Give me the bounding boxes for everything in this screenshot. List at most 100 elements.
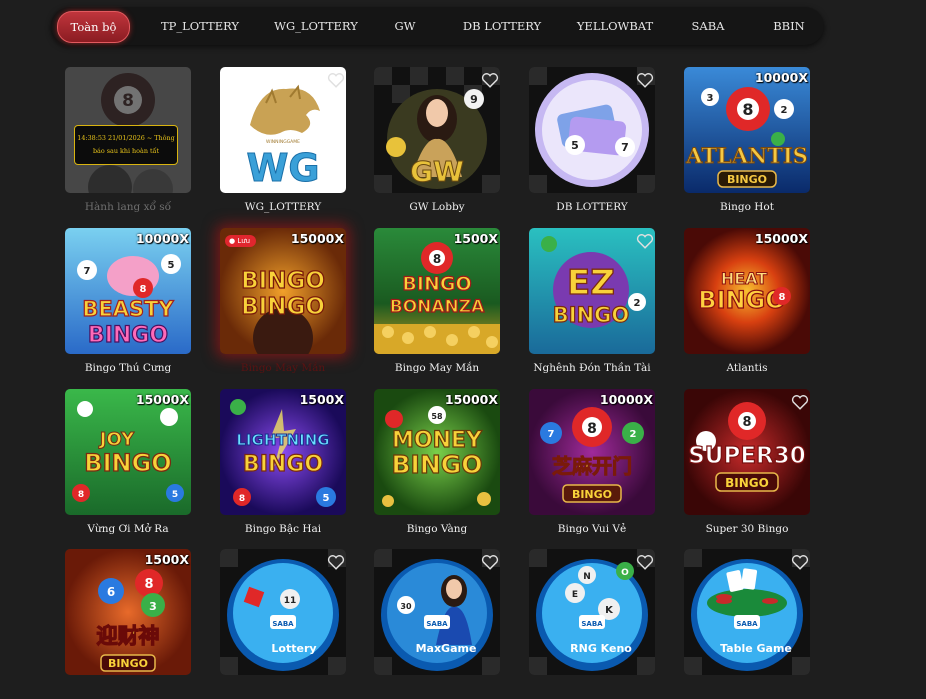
svg-text:5: 5 <box>323 493 330 504</box>
svg-text:WG: WG <box>246 146 319 190</box>
svg-text:5: 5 <box>571 139 579 152</box>
svg-text:EZ: EZ <box>567 263 615 303</box>
multiplier-badge: 15000X <box>290 231 344 246</box>
game-card-saba-table-game[interactable]: SABA Table Game <box>684 549 812 699</box>
svg-text:7: 7 <box>621 141 629 154</box>
svg-text:9: 9 <box>470 93 478 106</box>
game-card-ez-bingo[interactable]: 2 EZ BINGO Nghênh Đón Thần Tài <box>529 228 657 378</box>
notice-tooltip: 14:38:53 21/01/2026 ~ Thông báo sau khi … <box>74 125 178 165</box>
game-card-saba-lottery[interactable]: 11 SABA Lottery <box>220 549 348 699</box>
game-thumbnail: 8 BINGO BONANZA <box>374 228 500 354</box>
game-card-beasty-bingo[interactable]: 7 5 8 BEASTY BINGO 10000X Bingo Thú Cưng <box>65 228 193 378</box>
tab-wg-lottery[interactable]: WG_LOTTERY <box>273 7 359 45</box>
svg-text:7: 7 <box>84 266 91 277</box>
svg-text:2: 2 <box>630 429 637 440</box>
game-card-saba-rng-keno[interactable]: N O E K SABA RNG Keno <box>529 549 657 699</box>
svg-text:BINGO: BINGO <box>725 476 769 490</box>
game-title: WG_LOTTERY <box>244 201 322 213</box>
favorite-heart-icon[interactable] <box>636 233 654 250</box>
game-title: Nghênh Đón Thần Tài <box>533 362 651 374</box>
game-card-money-bingo[interactable]: 58 MONEY BINGO 15000X Bingo Vàng <box>374 389 502 539</box>
svg-text:SUPER30: SUPER30 <box>688 443 806 469</box>
game-title: Vừng Ơi Mở Ra <box>87 523 169 535</box>
svg-text:30: 30 <box>400 602 412 611</box>
game-title: DB LOTTERY <box>556 201 628 213</box>
svg-text:SABA: SABA <box>272 620 294 628</box>
favorite-heart-icon[interactable] <box>636 554 654 571</box>
svg-text:Lottery: Lottery <box>271 642 316 655</box>
tab-gw[interactable]: GW <box>387 7 423 45</box>
tab-saba[interactable]: SABA <box>685 7 731 45</box>
game-card-saba-maxgame[interactable]: 30 SABA MaxGame <box>374 549 502 699</box>
game-thumbnail: 58 MONEY BINGO <box>374 389 500 515</box>
tab-all[interactable]: Toàn bộ <box>57 11 130 43</box>
svg-text:O: O <box>621 568 629 578</box>
tab-bbin[interactable]: BBIN <box>769 7 809 45</box>
svg-text:BINGO: BINGO <box>727 173 767 186</box>
svg-text:5: 5 <box>172 490 178 500</box>
multiplier-badge: 10000X <box>754 70 808 85</box>
svg-text:BINGO: BINGO <box>84 449 171 477</box>
favorite-heart-icon[interactable] <box>327 554 345 571</box>
svg-text:BONANZA: BONANZA <box>390 297 485 317</box>
svg-text:BINGO: BINGO <box>553 303 629 327</box>
svg-text:RNG Keno: RNG Keno <box>570 642 632 655</box>
multiplier-badge: 10000X <box>135 231 189 246</box>
svg-text:8: 8 <box>433 252 441 266</box>
game-card-win-cai-shen-bingo[interactable]: 8 6 3 迎财神 BINGO 1500X <box>65 549 193 699</box>
svg-text:3: 3 <box>149 600 157 613</box>
favorite-heart-icon[interactable] <box>791 554 809 571</box>
svg-text:SABA: SABA <box>426 620 448 628</box>
game-thumbnail: 7 5 8 BEASTY BINGO <box>65 228 191 354</box>
svg-text:BINGO: BINGO <box>241 294 325 320</box>
tab-yellowbat[interactable]: YELLOWBAT <box>576 7 654 45</box>
game-card-joy-bingo[interactable]: 8 5 JOY BINGO 15000X Vừng Ơi Mở Ra <box>65 389 193 539</box>
game-card-bingo-bingo[interactable]: BINGO BINGO ● Lưu 15000X Bingo May Mắn <box>220 228 348 378</box>
game-card-super-30-bingo[interactable]: 8 SUPER30 BINGO Super 30 Bingo <box>684 389 812 539</box>
svg-text:BINGO: BINGO <box>243 452 323 477</box>
game-card-bingo-bonanza[interactable]: 8 BINGO BONANZA 1500X Bingo May Mắn <box>374 228 502 378</box>
game-card-lightning-bingo[interactable]: 8 5 LIGHTNING BINGO 1500X Bingo Bậc Hai <box>220 389 348 539</box>
svg-text:8: 8 <box>122 91 134 111</box>
svg-text:7: 7 <box>548 429 555 440</box>
svg-text:迎财神: 迎财神 <box>97 624 160 648</box>
game-card-gw-lobby[interactable]: 9 GW GW Lobby <box>374 67 502 217</box>
svg-text:N: N <box>583 572 591 582</box>
favorite-heart-icon[interactable] <box>481 554 499 571</box>
svg-text:5: 5 <box>168 260 175 271</box>
provider-tab-bar: Toàn bộ TP_LOTTERY WG_LOTTERY GW DB LOTT… <box>51 7 824 45</box>
game-card-bingo-hot[interactable]: 8 3 2 ATLANTIS BINGO 10000X Bingo Hot <box>684 67 812 217</box>
favorite-heart-icon[interactable] <box>327 72 345 89</box>
svg-text:BINGO: BINGO <box>241 268 325 294</box>
svg-text:8: 8 <box>239 494 245 504</box>
tab-tp-lottery[interactable]: TP_LOTTERY <box>157 7 243 45</box>
game-title: Bingo Thú Cưng <box>84 362 172 374</box>
svg-text:BINGO: BINGO <box>698 286 785 314</box>
svg-text:JOY: JOY <box>98 429 135 450</box>
game-card-open-sesame-bingo[interactable]: 8 7 2 芝麻开门 BINGO 10000X Bingo Vui Vẻ <box>529 389 657 539</box>
svg-text:8: 8 <box>78 490 84 500</box>
svg-text:2: 2 <box>781 105 788 116</box>
tab-db-lottery[interactable]: DB LOTTERY <box>461 7 543 45</box>
svg-text:ATLANTIS: ATLANTIS <box>685 143 808 168</box>
save-pin-button[interactable]: ● Lưu <box>225 235 257 247</box>
favorite-heart-icon[interactable] <box>791 394 809 411</box>
svg-text:SABA: SABA <box>581 620 603 628</box>
svg-text:BINGO: BINGO <box>108 657 148 670</box>
game-title: Bingo May Mắn <box>240 362 326 374</box>
game-thumbnail: HEAT BINGO 8 <box>684 228 810 354</box>
svg-text:MaxGame: MaxGame <box>416 642 477 655</box>
favorite-heart-icon[interactable] <box>481 72 499 89</box>
game-title: Bingo Vàng <box>406 523 468 535</box>
game-card-db-lottery[interactable]: 5 7 DB LOTTERY <box>529 67 657 217</box>
svg-text:GW: GW <box>410 155 464 188</box>
svg-text:WINNINGGAME: WINNINGGAME <box>266 139 300 145</box>
game-title: GW Lobby <box>409 201 465 213</box>
game-card-heat-bingo[interactable]: HEAT BINGO 8 15000X Atlantis <box>684 228 812 378</box>
game-card-wg-lottery[interactable]: WINNINGGAME WG WG_LOTTERY <box>220 67 348 217</box>
svg-text:LIGHTNING: LIGHTNING <box>236 431 329 449</box>
svg-text:BINGO: BINGO <box>391 450 482 479</box>
favorite-heart-icon[interactable] <box>636 72 654 89</box>
svg-text:3: 3 <box>707 93 714 104</box>
game-card-lottery-hall[interactable]: 8 14:38:53 21/01/2026 ~ Thông báo sau kh… <box>65 67 193 217</box>
